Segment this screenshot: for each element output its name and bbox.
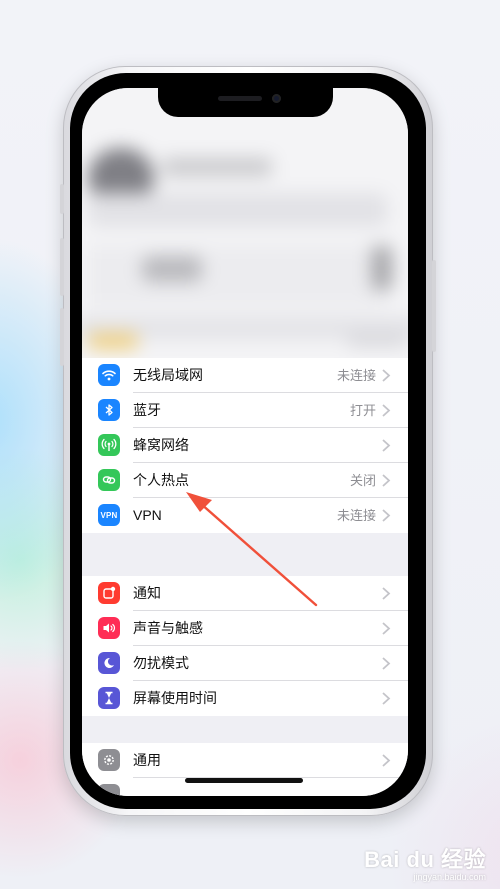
chevron-right-icon [382,657,391,670]
vpn-label: VPN [133,507,162,523]
chevron-right-icon [382,404,391,417]
hotspot-icon [98,469,120,491]
notch [158,88,333,117]
hotspot-status: 关闭 [349,473,376,488]
settings-app-icon [98,784,120,796]
chevron-right-icon [382,587,391,600]
settings-row-sounds[interactable]: 声音与触感 [82,611,408,646]
settings-row-notifications[interactable]: 通知 [82,576,408,611]
volume-up-button [60,238,64,296]
blurred-profile-area [82,88,408,358]
settings-group-connectivity: 无线局域网 未连接 蓝牙 打开 蜂窝网络 个人热点 关闭 VPN VPN 未连接 [82,358,408,533]
watermark-logo: Bai du 经验 [364,847,486,872]
volume-down-button [60,308,64,366]
wifi-status: 未连接 [336,368,376,383]
settings-row-screen-time[interactable]: 屏幕使用时间 [82,681,408,716]
settings-screen: 无线局域网 未连接 蓝牙 打开 蜂窝网络 个人热点 关闭 VPN VPN 未连接… [82,88,408,796]
power-button [432,260,436,352]
notifications-label: 通知 [133,585,161,601]
gear-icon [98,749,120,771]
phone-frame: 无线局域网 未连接 蓝牙 打开 蜂窝网络 个人热点 关闭 VPN VPN 未连接… [60,66,436,816]
wifi-label: 无线局域网 [133,367,203,383]
cellular-icon [98,434,120,456]
bluetooth-label: 蓝牙 [133,402,161,418]
sounds-label: 声音与触感 [133,620,203,636]
chevron-right-icon [382,692,391,705]
screen-time-label: 屏幕使用时间 [133,690,217,706]
settings-row-vpn[interactable]: VPN VPN 未连接 [82,498,408,533]
moon-icon [98,652,120,674]
notification-icon [98,582,120,604]
bluetooth-icon [98,399,120,421]
front-camera [272,94,281,103]
silent-switch [60,184,64,214]
watermark-url: jingyan.baidu.com [413,872,486,882]
chevron-right-icon [382,439,391,452]
settings-row-general[interactable]: 通用 [82,743,408,778]
vpn-status: 未连接 [336,508,376,523]
chevron-right-icon [382,474,391,487]
vpn-icon: VPN [98,504,120,526]
speaker [218,96,262,101]
bluetooth-status: 打开 [349,403,376,418]
settings-group-general: 通用 [82,743,408,796]
settings-row-wifi[interactable]: 无线局域网 未连接 [82,358,408,393]
settings-row-do-not-disturb[interactable]: 勿扰模式 [82,646,408,681]
vpn-badge-text: VPN [100,510,118,520]
chevron-right-icon [382,622,391,635]
home-indicator[interactable] [185,778,303,783]
settings-row-bluetooth[interactable]: 蓝牙 打开 [82,393,408,428]
sound-icon [98,617,120,639]
chevron-right-icon [382,754,391,767]
hotspot-label: 个人热点 [133,472,189,488]
settings-row-personal-hotspot[interactable]: 个人热点 关闭 [82,463,408,498]
chevron-right-icon [382,509,391,522]
hourglass-icon [98,687,120,709]
cellular-label: 蜂窝网络 [133,437,189,453]
chevron-right-icon [382,369,391,382]
settings-group-notifications: 通知 声音与触感 勿扰模式 屏幕使用时间 [82,576,408,716]
wifi-icon [98,364,120,386]
baidu-watermark: Bai du 经验 jingyan.baidu.com [364,848,486,883]
do-not-disturb-label: 勿扰模式 [133,655,189,671]
general-label: 通用 [133,752,161,768]
settings-row-cellular[interactable]: 蜂窝网络 [82,428,408,463]
